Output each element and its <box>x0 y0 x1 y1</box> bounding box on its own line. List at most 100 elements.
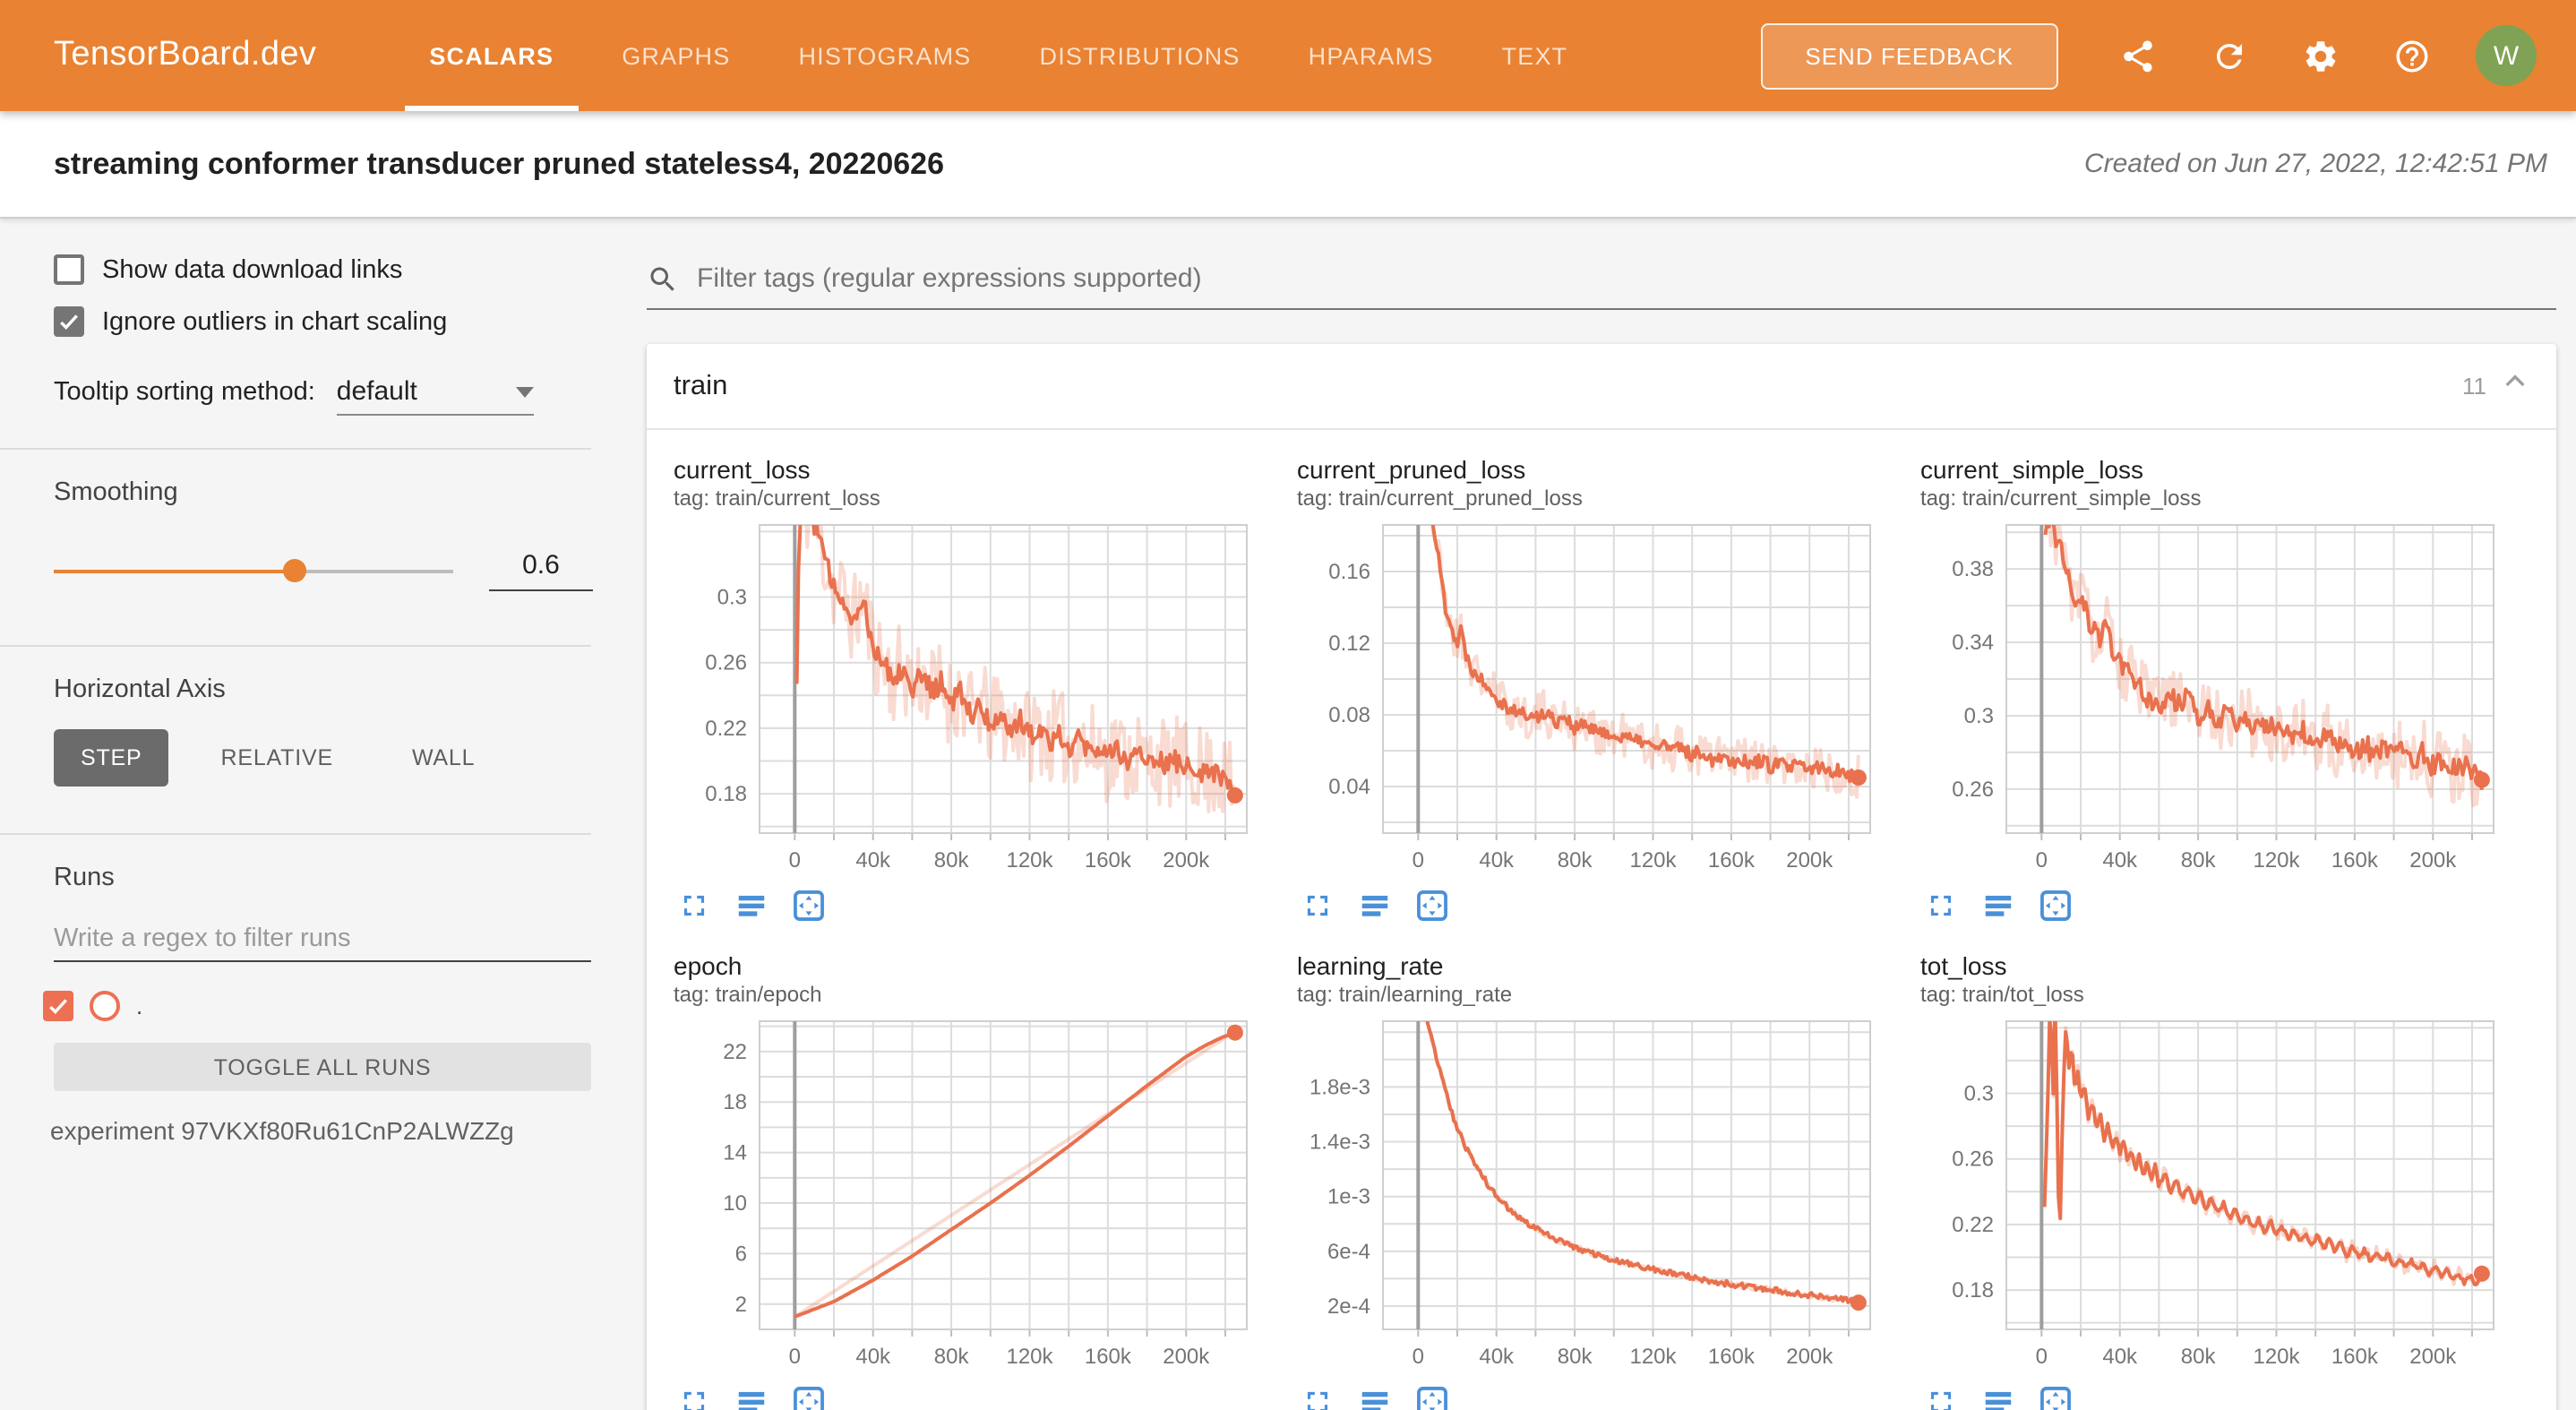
line-chart[interactable]: 0.180.220.260.3040k80k120k160k200k <box>674 518 1265 880</box>
avatar[interactable]: W <box>2476 25 2537 86</box>
experiment-id: experiment 97VKXf80Ru61CnP2ALWZZg <box>50 1116 627 1145</box>
chevron-up-icon[interactable] <box>2501 367 2529 405</box>
line-chart[interactable]: 0.040.080.120.16040k80k120k160k200k <box>1297 518 1888 880</box>
fit-domain-icon[interactable] <box>2039 889 2073 923</box>
svg-text:1.4e-3: 1.4e-3 <box>1309 1131 1370 1155</box>
fit-domain-icon[interactable] <box>792 1385 826 1410</box>
run-checkbox[interactable] <box>43 991 73 1021</box>
svg-text:10: 10 <box>723 1191 747 1216</box>
tab-hparams[interactable]: HPARAMS <box>1284 0 1459 111</box>
svg-text:80k: 80k <box>1558 848 1593 873</box>
tab-graphs[interactable]: GRAPHS <box>597 0 755 111</box>
tooltip-sorting-value: default <box>337 376 516 407</box>
checked-checkbox[interactable] <box>54 306 84 337</box>
train-group-header[interactable]: train 11 <box>647 344 2556 430</box>
slider-thumb[interactable] <box>283 559 306 582</box>
chart-actions <box>1297 1385 1906 1410</box>
expanded-view-icon[interactable] <box>1981 1385 2015 1410</box>
unchecked-checkbox[interactable] <box>54 254 84 285</box>
svg-text:18: 18 <box>723 1090 747 1114</box>
smoothing-slider[interactable] <box>54 559 453 582</box>
svg-text:6e-4: 6e-4 <box>1327 1240 1370 1264</box>
svg-text:80k: 80k <box>934 1345 970 1369</box>
refresh-icon[interactable] <box>2194 21 2263 90</box>
chart-title: epoch <box>674 951 1283 980</box>
tab-scalars[interactable]: SCALARS <box>404 0 579 111</box>
svg-text:0.34: 0.34 <box>1952 631 1994 655</box>
axis-option-step[interactable]: STEP <box>54 729 169 787</box>
scalar-chart-card: tot_losstag: train/tot_loss0.180.220.260… <box>1920 951 2529 1410</box>
smoothing-value-field[interactable]: 0.6 <box>489 550 593 591</box>
tab-text[interactable]: TEXT <box>1477 0 1593 111</box>
line-chart[interactable]: 2610141822040k80k120k160k200k <box>674 1014 1265 1376</box>
runs-label: Runs <box>54 864 627 892</box>
svg-text:160k: 160k <box>1708 1345 1756 1369</box>
fullscreen-icon[interactable] <box>1301 1385 1335 1410</box>
line-chart[interactable]: 0.260.30.340.38040k80k120k160k200k <box>1920 518 2512 880</box>
expanded-view-icon[interactable] <box>734 1385 769 1410</box>
tensorboard-app: TensorBoard.dev SCALARSGRAPHSHISTOGRAMSD… <box>0 0 2576 1410</box>
chart-actions <box>1920 889 2529 923</box>
svg-text:40k: 40k <box>1479 848 1515 873</box>
svg-text:0.16: 0.16 <box>1328 560 1370 584</box>
scalar-chart-card: current_simple_losstag: train/current_si… <box>1920 455 2529 923</box>
svg-text:200k: 200k <box>2409 848 2457 873</box>
svg-text:120k: 120k <box>1006 848 1053 873</box>
fit-domain-icon[interactable] <box>1415 1385 1449 1410</box>
chart-actions <box>1920 1385 2529 1410</box>
svg-text:40k: 40k <box>2102 848 2138 873</box>
svg-text:0.38: 0.38 <box>1952 557 1994 581</box>
fullscreen-icon[interactable] <box>677 889 711 923</box>
expanded-view-icon[interactable] <box>1358 1385 1392 1410</box>
fullscreen-icon[interactable] <box>1924 889 1958 923</box>
run-name: . <box>136 993 142 1019</box>
svg-text:0.08: 0.08 <box>1328 703 1370 727</box>
navbar-actions: SEND FEEDBACK W <box>1760 0 2576 111</box>
svg-text:22: 22 <box>723 1040 747 1064</box>
tab-distributions[interactable]: DISTRIBUTIONS <box>1015 0 1266 111</box>
svg-text:2e-4: 2e-4 <box>1327 1294 1370 1319</box>
axis-option-relative[interactable]: RELATIVE <box>194 729 360 787</box>
group-name: train <box>674 370 727 402</box>
svg-text:0.18: 0.18 <box>705 782 747 806</box>
svg-text:0.26: 0.26 <box>705 651 747 675</box>
tag-filter-row <box>647 262 2556 310</box>
fullscreen-icon[interactable] <box>1924 1385 1958 1410</box>
run-row[interactable]: . <box>43 991 627 1021</box>
axis-option-wall[interactable]: WALL <box>385 729 502 787</box>
fit-domain-icon[interactable] <box>1415 889 1449 923</box>
line-chart[interactable]: 2e-46e-41e-31.4e-31.8e-3040k80k120k160k2… <box>1297 1014 1888 1376</box>
share-icon[interactable] <box>2103 21 2171 90</box>
help-icon[interactable] <box>2377 21 2445 90</box>
tooltip-sorting-select[interactable]: default <box>337 376 534 416</box>
svg-text:200k: 200k <box>1163 1345 1210 1369</box>
toggle-all-runs-button[interactable]: TOGGLE ALL RUNS <box>54 1043 591 1091</box>
created-timestamp: Created on Jun 27, 2022, 12:42:51 PM <box>2084 149 2576 179</box>
line-chart[interactable]: 0.180.220.260.3040k80k120k160k200k <box>1920 1014 2512 1376</box>
fit-domain-icon[interactable] <box>792 889 826 923</box>
svg-text:80k: 80k <box>2181 1345 2217 1369</box>
fit-domain-icon[interactable] <box>2039 1385 2073 1410</box>
svg-text:2: 2 <box>735 1293 747 1317</box>
divider <box>0 833 591 835</box>
general-options: Show data download linksIgnore outliers … <box>0 254 627 337</box>
settings-gear-icon[interactable] <box>2286 21 2354 90</box>
send-feedback-button[interactable]: SEND FEEDBACK <box>1760 22 2058 89</box>
runs-filter-input[interactable] <box>54 917 591 962</box>
tab-histograms[interactable]: HISTOGRAMS <box>773 0 996 111</box>
train-group-card: train 11 current_losstag: train/current_… <box>647 344 2556 1410</box>
scalar-chart-card: epochtag: train/epoch2610141822040k80k12… <box>674 951 1283 1410</box>
expanded-view-icon[interactable] <box>1358 889 1392 923</box>
svg-text:80k: 80k <box>1558 1345 1593 1369</box>
svg-text:80k: 80k <box>2181 848 2217 873</box>
fullscreen-icon[interactable] <box>677 1385 711 1410</box>
fullscreen-icon[interactable] <box>1301 889 1335 923</box>
chart-actions <box>674 1385 1283 1410</box>
group-count-badge: 11 <box>2462 373 2486 400</box>
expanded-view-icon[interactable] <box>734 889 769 923</box>
expanded-view-icon[interactable] <box>1981 889 2015 923</box>
tag-filter-input[interactable] <box>693 262 2556 296</box>
svg-text:0.3: 0.3 <box>717 586 747 610</box>
svg-text:0.12: 0.12 <box>1328 632 1370 656</box>
svg-text:6: 6 <box>735 1242 747 1266</box>
